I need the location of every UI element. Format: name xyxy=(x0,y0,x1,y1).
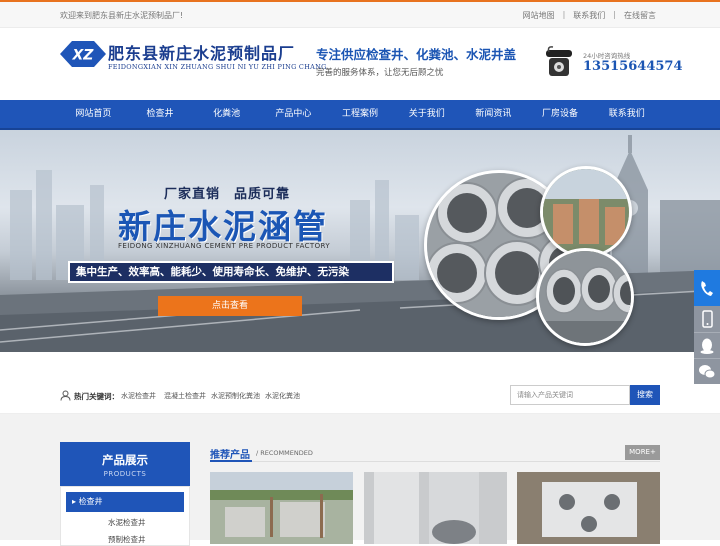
separator: | xyxy=(613,10,616,19)
mobile-float-button[interactable] xyxy=(694,306,720,332)
sidebar-category-label: 检查井 xyxy=(78,497,103,506)
top-link-sitemap[interactable]: 网站地图 xyxy=(523,10,555,21)
sidebar-title: 产品展示 xyxy=(102,453,148,467)
main-nav: 网站首页 检查井 化粪池 产品中心 工程案例 关于我们 新闻资讯 厂房设备 联系… xyxy=(0,100,720,130)
top-links: 网站地图 | 联系我们 | 在线留言 xyxy=(523,10,656,21)
sidebar-title-en: PRODUCTS xyxy=(103,470,147,478)
recommended-title: 推荐产品 xyxy=(210,450,250,461)
nav-item-news[interactable]: 新闻资讯 xyxy=(460,100,527,128)
wechat-float-button[interactable] xyxy=(694,358,720,384)
company-name: 肥东县新庄水泥预制品厂 xyxy=(108,44,296,63)
keyword-label: 热门关键词： xyxy=(74,392,119,401)
search-input[interactable]: 请输入产品关键词 xyxy=(510,385,630,405)
nav-item-contact[interactable]: 联系我们 xyxy=(593,100,660,128)
keyword-link[interactable]: 混凝土检查井 xyxy=(164,391,206,401)
keyword-link[interactable]: 水泥预制化粪池 xyxy=(211,391,260,401)
product-thumbnail[interactable] xyxy=(210,472,353,544)
qq-float-button[interactable] xyxy=(694,332,720,358)
sidebar-category[interactable]: ▸ 检查井 xyxy=(66,492,184,512)
nav-item-products[interactable]: 产品中心 xyxy=(260,100,327,128)
slogan-sub: 完善的服务体系，让您无后顾之忧 xyxy=(316,68,444,78)
recommended-title-en: / RECOMMENDED xyxy=(256,449,313,457)
hotline-number[interactable]: 13515644574 xyxy=(583,59,683,74)
search-button[interactable]: 搜索 xyxy=(630,385,660,405)
divider xyxy=(210,461,660,462)
keyword-link[interactable]: 水泥化粪池 xyxy=(265,391,300,401)
floating-contact-bar xyxy=(694,270,720,384)
product-thumbnail[interactable] xyxy=(364,472,507,544)
separator: | xyxy=(562,10,566,19)
pipe-photo-top xyxy=(540,166,632,258)
top-link-message[interactable]: 在线留言 xyxy=(624,10,656,21)
sidebar-subitem[interactable]: 水泥检查井 xyxy=(108,517,146,528)
phone-icon xyxy=(701,281,713,296)
site-header: XZ 肥东县新庄水泥预制品厂 FEIDONGXIAN XIN ZHUANG SH… xyxy=(0,28,720,100)
qq-icon xyxy=(700,338,714,354)
wechat-icon xyxy=(699,365,716,379)
divider-accent xyxy=(210,460,252,462)
keyword-link[interactable]: 水泥检查井 xyxy=(121,391,156,401)
sidebar-header: 产品展示 PRODUCTS xyxy=(60,442,190,486)
pipe-photo-bottom xyxy=(536,248,634,346)
product-thumbnail[interactable] xyxy=(517,472,660,544)
nav-item-about[interactable]: 关于我们 xyxy=(393,100,460,128)
feature-text: 集中生产、效率高、能耗少、使用寿命长、免维护、无污染 xyxy=(76,266,349,278)
hero-banner[interactable]: 厂家直销 品质可靠 新庄水泥涵管 FEIDONG XINZHUANG CEMEN… xyxy=(0,130,720,352)
slogan-main: 专注供应检查井、化粪池、水泥井盖 xyxy=(316,47,517,62)
company-pinyin: FEIDONGXIAN XIN ZHUANG SHUI NI YU ZHI PI… xyxy=(108,63,327,71)
mobile-icon xyxy=(702,310,713,328)
banner-view-button[interactable]: 点击查看 xyxy=(158,296,302,316)
more-button[interactable]: MORE+ xyxy=(625,445,660,460)
nav-item-home[interactable]: 网站首页 xyxy=(60,100,127,128)
nav-item-cases[interactable]: 工程案例 xyxy=(327,100,394,128)
welcome-text: 欢迎来到肥东县新庄水泥预制品厂! xyxy=(60,11,184,20)
top-bar: 欢迎来到肥东县新庄水泥预制品厂! 网站地图 | 联系我们 | 在线留言 xyxy=(0,0,720,28)
banner-heading-large: 新庄水泥涵管 xyxy=(118,207,328,246)
telephone-icon xyxy=(546,46,572,76)
nav-item-septic-tank[interactable]: 化粪池 xyxy=(193,100,260,128)
top-link-contact[interactable]: 联系我们 xyxy=(573,10,605,21)
user-icon xyxy=(60,390,71,401)
nav-item-inspection-well[interactable]: 检查井 xyxy=(127,100,194,128)
banner-heading-en: FEIDONG XINZHUANG CEMENT PRE PRODUCT FAC… xyxy=(118,242,331,250)
nav-item-equipment[interactable]: 厂房设备 xyxy=(527,100,594,128)
logo[interactable]: XZ xyxy=(60,41,106,67)
phone-float-button[interactable] xyxy=(694,270,720,306)
logo-letters: XZ xyxy=(72,48,95,64)
